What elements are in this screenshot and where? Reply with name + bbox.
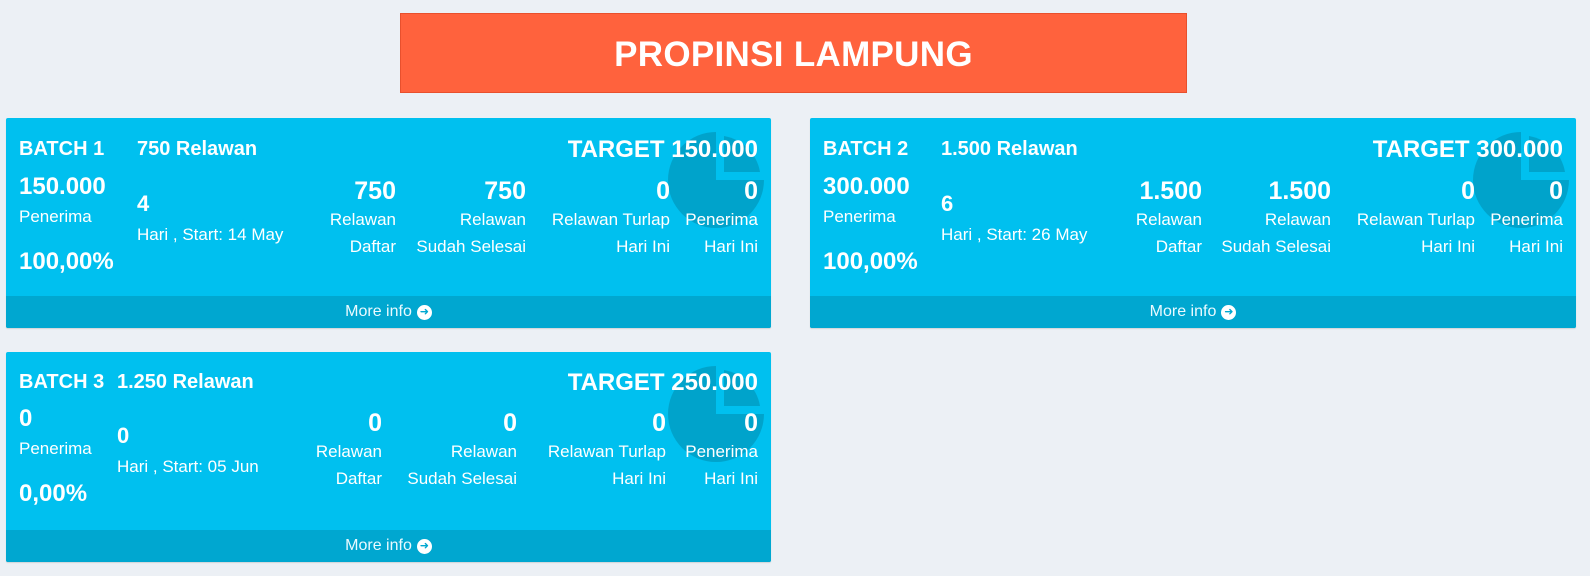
target-label: TARGET 250.000 [567,369,758,396]
penerima-count: 300.000 [823,173,910,200]
stat-relawan-daftar: 1.500 Relawan Daftar [1135,177,1202,256]
more-info-label: More info [1149,303,1217,320]
penerima-label: Penerima [19,207,92,226]
percent-value: 100,00% [823,248,918,275]
stat-relawan-turlap: 0 Relawan Turlap Hari Ini [551,177,670,256]
target-label: TARGET 150.000 [567,136,758,163]
relawan-count: 1.250 Relawan [117,371,254,393]
relawan-count: 750 Relawan [137,138,258,160]
stat-penerima-hari-ini: 0 Penerima Hari Ini [685,409,758,488]
days-count: 6 [941,191,954,216]
percent-value: 0,00% [19,480,88,507]
relawan-count: 1.500 Relawan [941,138,1078,160]
batch-box-1: BATCH 1 750 Relawan TARGET 150.000 150.0… [6,118,771,328]
stat-relawan-turlap: 0 Relawan Turlap Hari Ini [547,409,666,488]
target-label: TARGET 300.000 [1372,136,1563,163]
batch-box-2: BATCH 2 1.500 Relawan TARGET 300.000 300… [810,118,1576,328]
days-label: Hari , Start: 05 Jun [117,457,259,476]
stat-relawan-selesai: 750 Relawan Sudah Selesai [416,177,526,256]
more-info-label: More info [345,303,412,320]
days-label: Hari , Start: 14 May [137,225,284,244]
stat-penerima-hari-ini: 0 Penerima Hari Ini [685,177,758,256]
page-title: PROPINSI LAMPUNG [614,35,973,74]
stat-relawan-daftar: 0 Relawan Daftar [315,409,382,488]
penerima-label: Penerima [19,439,92,458]
penerima-label: Penerima [823,207,896,226]
stat-penerima-hari-ini: 0 Penerima Hari Ini [1490,177,1563,256]
batch-label: BATCH 1 [19,138,105,160]
more-info-link[interactable]: More info ➜ [810,296,1576,328]
days-count: 4 [137,191,150,216]
batch-label: BATCH 2 [823,138,909,160]
more-info-link[interactable]: More info ➜ [6,530,771,562]
stat-relawan-turlap: 0 Relawan Turlap Hari Ini [1356,177,1475,256]
penerima-count: 150.000 [19,173,106,200]
batch-label: BATCH 3 [19,371,105,393]
days-label: Hari , Start: 26 May [941,225,1088,244]
stat-relawan-daftar: 750 Relawan Daftar [329,177,396,256]
penerima-count: 0 [19,405,33,432]
days-count: 0 [117,423,130,448]
stat-relawan-selesai: 1.500 Relawan Sudah Selesai [1221,177,1331,256]
arrow-circle-right-icon: ➜ [416,304,432,320]
arrow-circle-right-icon: ➜ [1221,304,1237,320]
more-info-label: More info [345,537,412,554]
batch-box-3: BATCH 3 1.250 Relawan TARGET 250.000 0 P… [6,352,771,562]
more-info-link[interactable]: More info ➜ [6,296,771,328]
percent-value: 100,00% [19,248,114,275]
province-banner: PROPINSI LAMPUNG [400,13,1187,93]
stat-relawan-selesai: 0 Relawan Sudah Selesai [407,409,517,488]
arrow-circle-right-icon: ➜ [416,538,432,554]
